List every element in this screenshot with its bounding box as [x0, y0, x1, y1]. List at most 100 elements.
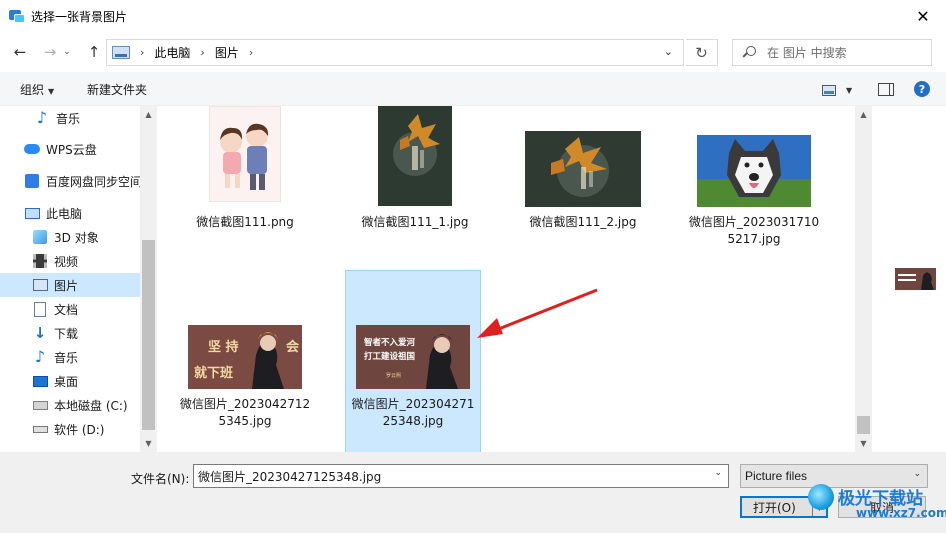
- address-row: ← → ⌄ ↑ › 此电脑 › 图片 › ⌄ ↻ 在 图片 中搜索: [0, 32, 946, 72]
- breadcrumb-separator[interactable]: ›: [200, 46, 204, 59]
- sidebar-item-3d-objects[interactable]: 3D 对象: [0, 225, 140, 249]
- window-title: 选择一张背景图片: [31, 9, 128, 24]
- scroll-down-icon[interactable]: ▼: [140, 435, 157, 452]
- new-folder-button[interactable]: 新建文件夹: [87, 81, 147, 98]
- app-icon: [9, 8, 25, 24]
- up-arrow-icon[interactable]: ↑: [84, 42, 104, 62]
- file-item[interactable]: 坚 持 会 就下班 微信图片_20230427125345.jpg: [177, 271, 313, 430]
- command-toolbar: 组织 ▼ 新建文件夹 ▼ ?: [0, 72, 946, 106]
- view-caret-icon: ▼: [846, 85, 853, 95]
- thumbnail-text: 会: [286, 339, 300, 355]
- this-pc-icon: [24, 205, 40, 221]
- file-name: 微信截图111_2.jpg: [529, 215, 637, 229]
- file-thumbnail: 智者不入爱河 打工建设祖国 罗云熙: [356, 325, 470, 389]
- filename-dropdown-chevron-icon[interactable]: ⌄: [714, 468, 722, 478]
- preview-pane: [872, 106, 946, 452]
- file-item[interactable]: 微信截图111.png: [177, 106, 313, 231]
- sidebar-item-baidu-netdisk[interactable]: 百度网盘同步空间: [0, 169, 140, 193]
- help-icon[interactable]: ?: [914, 81, 930, 97]
- breadcrumb-separator: ›: [140, 46, 145, 59]
- sidebar-item-wps-cloud[interactable]: WPS云盘: [0, 137, 140, 161]
- sidebar-item-label: 此电脑: [46, 206, 83, 221]
- filename-field[interactable]: 微信图片_20230427125348.jpg ⌄: [193, 464, 729, 488]
- sidebar-item-desktop[interactable]: 桌面: [0, 369, 140, 393]
- change-view-button[interactable]: ▼: [822, 82, 862, 98]
- search-icon: [742, 45, 757, 60]
- file-item[interactable]: 微信截图111_1.jpg: [347, 106, 483, 231]
- sidebar-item-documents[interactable]: 文档: [0, 297, 140, 321]
- video-icon: [32, 253, 48, 269]
- organize-caret-icon: ▼: [48, 87, 55, 96]
- sidebar-item-drive-c[interactable]: 本地磁盘 (C:): [0, 393, 140, 417]
- preview-image: [895, 268, 936, 290]
- file-item-selected[interactable]: 智者不入爱河 打工建设祖国 罗云熙 微信图片_20230427125348.jp…: [345, 270, 481, 452]
- forward-arrow-icon[interactable]: →: [40, 42, 60, 62]
- thumbnail-text: 就下班: [194, 365, 233, 381]
- refresh-button[interactable]: ↻: [686, 39, 718, 66]
- downloads-icon: ↓: [33, 324, 47, 342]
- file-thumbnail: [697, 135, 811, 207]
- documents-icon: [32, 301, 48, 317]
- file-thumbnail: [525, 131, 641, 207]
- pictures-folder-icon: [112, 46, 130, 59]
- thumbnail-text: 打工建设祖国: [364, 351, 415, 362]
- search-input[interactable]: 在 图片 中搜索: [732, 39, 932, 66]
- sidebar-item-label: 下载: [54, 326, 79, 341]
- sidebar-item-label: 3D 对象: [54, 230, 99, 245]
- filename-label: 文件名(N):: [131, 472, 190, 486]
- sidebar-item-label: 音乐: [56, 111, 81, 126]
- sidebar-item-label: 桌面: [54, 374, 79, 389]
- sidebar-item-drive-d[interactable]: 软件 (D:): [0, 417, 140, 441]
- view-mode-icon: [822, 84, 836, 96]
- file-name: 微信图片_20230427125348.jpg: [351, 397, 475, 428]
- address-bar[interactable]: › 此电脑 › 图片 › ⌄: [106, 39, 684, 66]
- red-arrow-annotation: [477, 288, 598, 338]
- filename-value: 微信图片_20230427125348.jpg: [198, 469, 382, 484]
- thumbnail-text: 罗云熙: [386, 373, 401, 379]
- sidebar-item-label: 文档: [54, 302, 79, 317]
- file-item[interactable]: 微信图片_20230317105217.jpg: [686, 106, 822, 248]
- preview-pane-toggle-icon[interactable]: [878, 83, 894, 96]
- watermark-logo-icon: [808, 484, 834, 510]
- sidebar-item-label: 图片: [54, 278, 79, 293]
- scrollbar-thumb[interactable]: [857, 416, 870, 434]
- drive-c-icon: [32, 397, 48, 413]
- sidebar-item-label: 本地磁盘 (C:): [54, 398, 128, 413]
- file-name: 微信截图111.png: [196, 215, 294, 229]
- close-button[interactable]: ✕: [900, 0, 946, 32]
- sidebar-item-label: 软件 (D:): [54, 422, 105, 437]
- sidebar-item-this-pc[interactable]: 此电脑: [0, 201, 140, 225]
- title-bar: 选择一张背景图片 ✕: [0, 0, 946, 32]
- sidebar-item-downloads[interactable]: ↓ 下载: [0, 321, 140, 345]
- breadcrumb-this-pc[interactable]: 此电脑: [154, 44, 190, 61]
- sidebar-item-label: 百度网盘同步空间: [46, 174, 140, 189]
- scroll-up-icon[interactable]: ▲: [140, 106, 157, 123]
- file-type-value: Picture files: [745, 469, 808, 483]
- scrollbar-thumb[interactable]: [142, 240, 155, 430]
- back-arrow-icon[interactable]: ←: [10, 42, 30, 62]
- file-thumbnail: [209, 106, 281, 202]
- sidebar-item-label: 视频: [54, 254, 79, 269]
- scroll-down-icon[interactable]: ▼: [855, 435, 872, 452]
- organize-button[interactable]: 组织 ▼: [20, 81, 54, 98]
- sidebar-item-music[interactable]: ♪ 音乐: [0, 345, 140, 369]
- 3d-objects-icon: [32, 229, 48, 245]
- baidu-netdisk-icon: [24, 173, 40, 189]
- open-button-label: 打开(O): [753, 500, 796, 515]
- file-name: 微信图片_20230427125345.jpg: [179, 397, 311, 428]
- breadcrumb-pictures[interactable]: 图片: [215, 44, 239, 61]
- sidebar-item-label: 音乐: [54, 350, 79, 365]
- breadcrumb-separator[interactable]: ›: [249, 46, 253, 59]
- thumbnail-text: 坚 持: [208, 339, 239, 355]
- sidebar-item-music-quick[interactable]: ♪ 音乐: [0, 106, 140, 130]
- file-list-scrollbar[interactable]: ▲ ▼: [855, 106, 872, 452]
- scroll-up-icon[interactable]: ▲: [855, 106, 872, 123]
- recent-locations-chevron-icon[interactable]: ⌄: [60, 42, 74, 62]
- file-item[interactable]: 微信截图111_2.jpg: [515, 106, 651, 231]
- address-dropdown-chevron-icon[interactable]: ⌄: [664, 45, 673, 58]
- watermark: 极光下载站 www.xz7.com: [800, 478, 946, 533]
- navigation-scrollbar[interactable]: ▲ ▼: [140, 106, 157, 452]
- sidebar-item-videos[interactable]: 视频: [0, 249, 140, 273]
- sidebar-item-pictures[interactable]: 图片: [0, 273, 140, 297]
- cloud-icon: [24, 141, 40, 157]
